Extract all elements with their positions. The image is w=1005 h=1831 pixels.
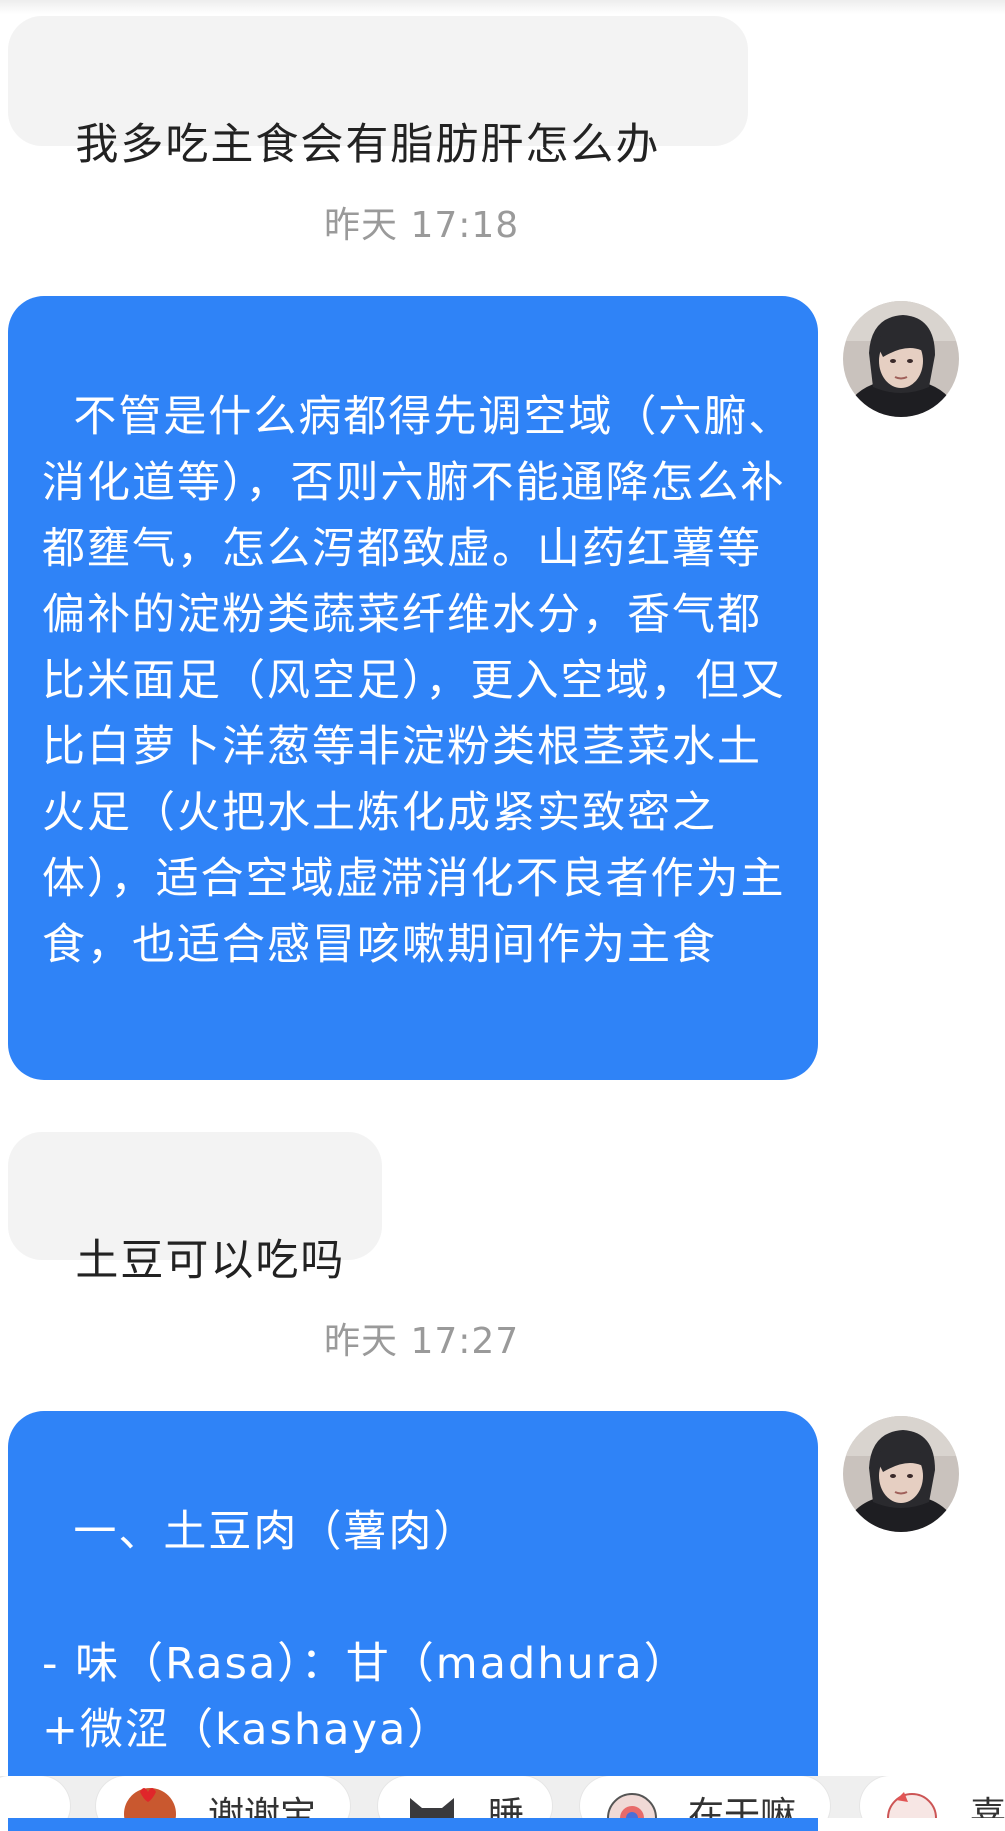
- quick-reply-label: 在干嘛: [688, 1795, 797, 1818]
- avatar-photo: [843, 1416, 959, 1532]
- quick-reply-chip[interactable]: 睡: [378, 1776, 552, 1818]
- cat-icon: [410, 1798, 454, 1818]
- top-shadow: [0, 0, 1005, 14]
- quick-reply-chip[interactable]: 在干嘛: [580, 1776, 830, 1818]
- timestamp: 昨天 17:18: [324, 205, 520, 246]
- message-text: 不管是什么病都得先调空域（六腑、消化道等），否则六腑不能通降怎么补都壅气，怎么泻…: [42, 392, 794, 970]
- quick-reply-chip[interactable]: …: [0, 1776, 70, 1818]
- quick-reply-chip[interactable]: 谢谢宝: [96, 1776, 350, 1818]
- incoming-message-bubble[interactable]: 土豆可以吃吗: [8, 1132, 382, 1286]
- quick-reply-label: 喜: [970, 1795, 1005, 1818]
- user-avatar[interactable]: [843, 301, 959, 417]
- timestamp: 昨天 17:27: [324, 1321, 520, 1362]
- heart-face-icon: [124, 1788, 176, 1818]
- pig-face-icon: [887, 1792, 937, 1818]
- outgoing-message-bubble[interactable]: 不管是什么病都得先调空域（六腑、消化道等），否则六腑不能通降怎么补都壅气，怎么泻…: [8, 296, 818, 1080]
- incoming-message-bubble[interactable]: 我多吃主食会有脂肪肝怎么办: [8, 16, 748, 170]
- quick-reply-label: 谢谢宝: [208, 1795, 317, 1818]
- message-text: 土豆可以吃吗: [75, 1236, 346, 1286]
- quick-reply-label: 睡: [488, 1795, 525, 1818]
- outgoing-message-bubble[interactable]: 一、土豆肉（薯肉） - 味（Rasa）：甘（madhura） +微涩（kasha…: [8, 1411, 818, 1831]
- quick-reply-label: …: [10, 1795, 46, 1818]
- message-text: 我多吃主食会有脂肪肝怎么办: [75, 120, 661, 170]
- doll-icon: [607, 1793, 657, 1818]
- user-avatar[interactable]: [843, 1416, 959, 1532]
- avatar-photo: [843, 301, 959, 417]
- message-text: 一、土豆肉（薯肉） - 味（Rasa）：甘（madhura） +微涩（kasha…: [42, 1507, 689, 1755]
- quick-reply-bar: … 谢谢宝 睡 在干嘛 喜: [0, 1776, 1005, 1818]
- quick-reply-chip[interactable]: 喜: [860, 1776, 1005, 1818]
